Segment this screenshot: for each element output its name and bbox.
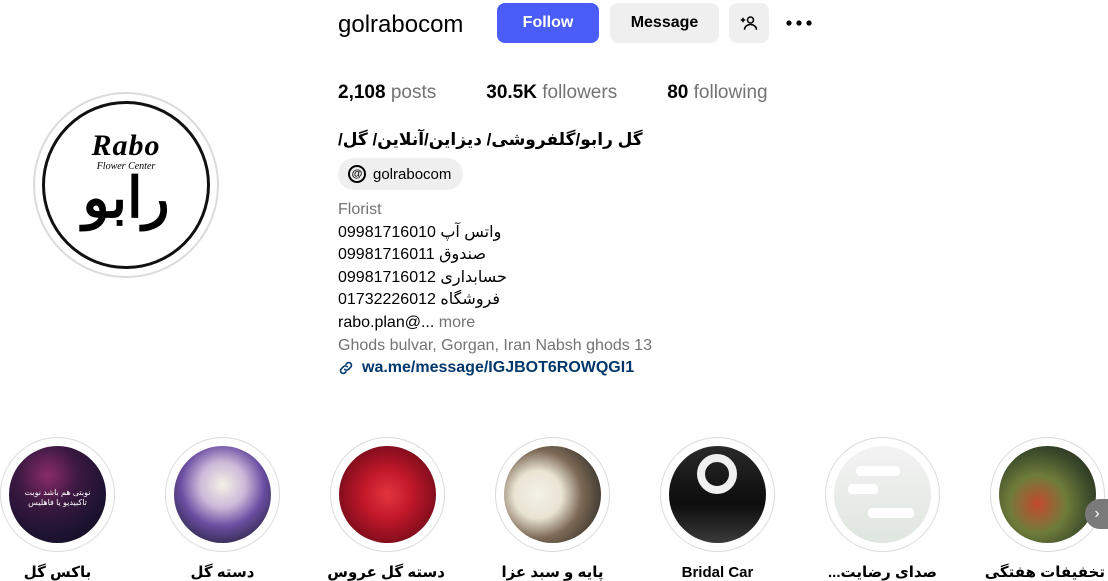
chat-bubble [848, 484, 878, 494]
highlight-item[interactable]: Bridal Car [660, 437, 775, 581]
logo-text-en: Rabo [91, 128, 161, 162]
highlight-item[interactable]: پایه و سبد عزا [495, 437, 610, 581]
highlight-label: Bridal Car [681, 564, 754, 581]
bio-line: 09981716010 واتس آپ [338, 223, 502, 241]
link-icon [339, 362, 353, 375]
bio-line: 09981716011 صندوق [338, 246, 487, 264]
more-options-button[interactable] [780, 3, 818, 43]
bio-truncated-text: rabo.plan@... [338, 313, 435, 331]
chevron-right-icon: › [1094, 505, 1100, 522]
highlight-ring [825, 437, 940, 552]
category-label: Florist [338, 201, 382, 218]
highlight-label: تخفیفات هفتگی [984, 564, 1105, 581]
following-stat[interactable]: 80 following [667, 81, 767, 105]
more-horizontal-icon [786, 20, 812, 26]
posts-count: 2,108 [338, 82, 386, 103]
highlight-item[interactable]: صدای رضایت... [825, 437, 940, 581]
rabo-logo: Rabo Flower Center رابو [42, 101, 210, 269]
profile-username: golrabocom [338, 11, 464, 38]
highlight-item[interactable]: دسته گل [165, 437, 280, 581]
highlight-label: پایه و سبد عزا [501, 564, 604, 581]
external-link-text: wa.me/message/IGJBOT6ROWQGI1 [362, 359, 635, 377]
story-highlights: نوبتی هم باشد نوبت تاکبیدیو یا فاهلیس با… [0, 437, 1108, 581]
threads-icon: @ [348, 165, 366, 183]
highlight-ring [495, 437, 610, 552]
highlight-ring: نوبتی هم باشد نوبت تاکبیدیو یا فاهلیس [0, 437, 115, 552]
suggested-accounts-button[interactable] [729, 3, 769, 43]
highlight-label: دسته گل [190, 564, 255, 581]
highlight-thumbnail [669, 446, 766, 543]
highlight-ring [330, 437, 445, 552]
highlight-thumbnail [504, 446, 601, 543]
following-label: following [693, 82, 768, 103]
flower-wreath-shape [697, 454, 737, 494]
highlight-label: دسته گل عروس [327, 564, 445, 581]
bio-truncated-line: rabo.plan@... more [338, 312, 652, 335]
posts-label: posts [390, 82, 437, 103]
highlight-ring [660, 437, 775, 552]
message-button[interactable]: Message [610, 3, 719, 43]
highlight-thumbnail [339, 446, 436, 543]
highlight-overlay-text: نوبتی هم باشد نوبت تاکبیدیو یا فاهلیس [24, 488, 91, 507]
threads-handle: golrabocom [373, 165, 452, 183]
highlight-thumbnail [999, 446, 1096, 543]
posts-stat: 2,108 posts [338, 81, 436, 105]
highlight-ring [990, 437, 1105, 552]
highlight-thumbnail: نوبتی هم باشد نوبت تاکبیدیو یا فاهلیس [9, 446, 106, 543]
highlight-item[interactable]: دسته گل عروس [327, 437, 445, 581]
profile-full-name: گل رابو/گلفروشی/ دیزاین/آنلاین/ گل/ [338, 130, 643, 149]
threads-link[interactable]: @ golrabocom [338, 158, 464, 190]
followers-count: 30.5K [486, 82, 537, 103]
highlight-item[interactable]: نوبتی هم باشد نوبت تاکبیدیو یا فاهلیس با… [0, 437, 115, 581]
address-text: Ghods bulvar, Gorgan, Iran Nabsh ghods 1… [338, 336, 652, 354]
profile-bio: Florist 09981716010 واتس آپ 09981716011 … [338, 199, 652, 380]
highlight-label: باکس گل [23, 564, 92, 581]
highlight-thumbnail [174, 446, 271, 543]
followers-label: followers [542, 82, 618, 103]
profile-avatar[interactable]: Rabo Flower Center رابو [33, 92, 219, 278]
more-link[interactable]: more [439, 314, 475, 331]
profile-stats: 2,108 posts 30.5K followers 80 following [338, 81, 818, 105]
external-link[interactable]: wa.me/message/IGJBOT6ROWQGI1 [338, 357, 652, 380]
follow-button[interactable]: Follow [497, 3, 599, 43]
following-count: 80 [667, 82, 689, 103]
highlights-next-button[interactable]: › [1085, 499, 1108, 529]
chat-bubble [868, 508, 914, 518]
bio-line: 09981716012 حسابداری [338, 268, 507, 286]
chat-bubble [856, 466, 900, 476]
followers-stat[interactable]: 30.5K followers [486, 81, 617, 105]
highlight-label: صدای رضایت... [828, 564, 937, 581]
logo-text-fa: رابو [82, 164, 170, 231]
bio-line: 01732226012 فروشگاه [338, 291, 501, 309]
add-person-icon [740, 16, 758, 30]
highlight-thumbnail [834, 446, 931, 543]
highlight-ring [165, 437, 280, 552]
